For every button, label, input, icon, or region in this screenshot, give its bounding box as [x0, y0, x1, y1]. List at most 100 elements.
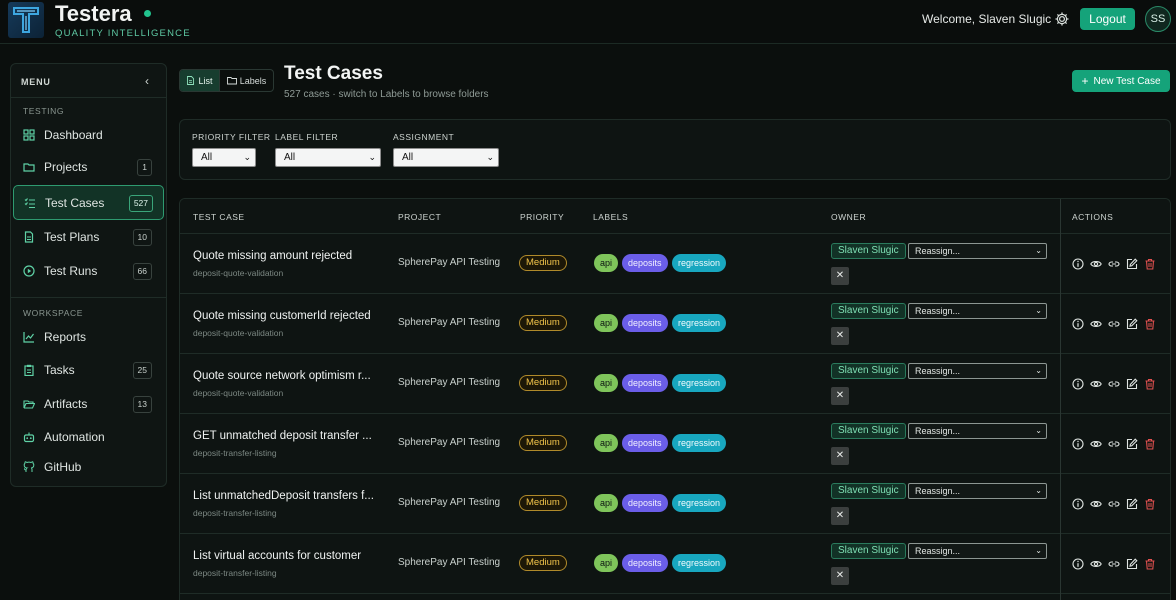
reassign-select[interactable]: Reassign... ⌄	[908, 243, 1047, 259]
assignment-filter-label: ASSIGNMENT	[393, 132, 455, 142]
column-header-labels[interactable]: LABELS	[593, 212, 628, 222]
trash-icon[interactable]	[1144, 558, 1156, 570]
link-icon[interactable]	[1108, 258, 1120, 270]
test-case-title[interactable]: Quote missing customerId rejected	[193, 310, 371, 322]
new-test-case-button[interactable]: + New Test Case	[1072, 70, 1170, 92]
trash-icon[interactable]	[1144, 318, 1156, 330]
label-tag[interactable]: deposits	[622, 434, 668, 452]
sidebar-item-github[interactable]: GitHub	[13, 452, 164, 482]
list-view-button[interactable]: List	[180, 70, 220, 91]
collapse-sidebar-button[interactable]: ‹	[145, 74, 149, 88]
edit-icon[interactable]	[1126, 258, 1138, 270]
view-icon[interactable]	[1090, 258, 1102, 270]
link-icon[interactable]	[1108, 378, 1120, 390]
trash-icon[interactable]	[1144, 498, 1156, 510]
edit-icon[interactable]	[1126, 558, 1138, 570]
trash-icon[interactable]	[1144, 258, 1156, 270]
view-icon[interactable]	[1090, 498, 1102, 510]
link-icon[interactable]	[1108, 558, 1120, 570]
view-icon[interactable]	[1090, 558, 1102, 570]
sidebar-item-projects[interactable]: Projects 1	[13, 152, 164, 182]
unassign-button[interactable]: ✕	[831, 507, 849, 525]
sidebar-item-dashboard[interactable]: Dashboard	[13, 120, 164, 150]
unassign-button[interactable]: ✕	[831, 447, 849, 465]
edit-icon[interactable]	[1126, 378, 1138, 390]
edit-icon[interactable]	[1126, 318, 1138, 330]
table-row[interactable]: Quote missing customerId rejected deposi…	[180, 294, 1170, 354]
column-header-test-case[interactable]: TEST CASE	[193, 212, 245, 222]
unassign-button[interactable]: ✕	[831, 267, 849, 285]
link-icon[interactable]	[1108, 318, 1120, 330]
gear-icon[interactable]	[1054, 11, 1070, 27]
label-tag[interactable]: deposits	[622, 314, 668, 332]
trash-icon[interactable]	[1144, 438, 1156, 450]
test-case-title[interactable]: Quote source network optimism r...	[193, 370, 371, 382]
unassign-button[interactable]: ✕	[831, 327, 849, 345]
sidebar-item-test-plans[interactable]: Test Plans 10	[13, 222, 164, 252]
label-tag[interactable]: regression	[672, 434, 727, 452]
sidebar-item-reports[interactable]: Reports	[13, 322, 164, 352]
label-tag[interactable]: api	[594, 254, 619, 272]
info-icon[interactable]	[1072, 258, 1084, 270]
test-case-title[interactable]: List unmatchedDeposit transfers f...	[193, 490, 374, 502]
table-row[interactable]: List unmatchedDeposit transfers f... dep…	[180, 474, 1170, 534]
reassign-select[interactable]: Reassign... ⌄	[908, 543, 1047, 559]
table-row[interactable]: Quote source network optimism r... depos…	[180, 354, 1170, 414]
info-icon[interactable]	[1072, 378, 1084, 390]
info-icon[interactable]	[1072, 438, 1084, 450]
reassign-select[interactable]: Reassign... ⌄	[908, 303, 1047, 319]
view-icon[interactable]	[1090, 378, 1102, 390]
label-tag[interactable]: api	[594, 434, 619, 452]
link-icon[interactable]	[1108, 498, 1120, 510]
test-case-title[interactable]: List virtual accounts for customer	[193, 550, 361, 562]
label-tag[interactable]: deposits	[622, 374, 668, 392]
column-header-owner[interactable]: OWNER	[831, 212, 866, 222]
info-icon[interactable]	[1072, 318, 1084, 330]
table-row[interactable]: GET unmatched deposit transfer ... depos…	[180, 414, 1170, 474]
label-tag[interactable]: api	[594, 314, 619, 332]
unassign-button[interactable]: ✕	[831, 387, 849, 405]
sidebar-item-automation[interactable]: Automation	[13, 422, 164, 452]
test-case-title[interactable]: Quote missing amount rejected	[193, 250, 352, 262]
assignment-filter-select[interactable]: All ⌄	[393, 148, 499, 167]
avatar[interactable]: SS	[1145, 6, 1171, 32]
info-icon[interactable]	[1072, 498, 1084, 510]
label-tag[interactable]: regression	[672, 374, 727, 392]
info-icon[interactable]	[1072, 558, 1084, 570]
sidebar-item-test-runs[interactable]: Test Runs 66	[13, 256, 164, 286]
label-tag[interactable]: regression	[672, 554, 727, 572]
label-tag[interactable]: api	[594, 554, 619, 572]
testera-logo[interactable]	[8, 2, 44, 38]
label-tag[interactable]: deposits	[622, 254, 668, 272]
label-tag[interactable]: deposits	[622, 494, 668, 512]
label-tag[interactable]: regression	[672, 254, 727, 272]
logout-button[interactable]: Logout	[1080, 8, 1135, 30]
label-filter-select[interactable]: All ⌄	[275, 148, 381, 167]
table-row[interactable]: List virtual accounts for customer depos…	[180, 534, 1170, 594]
edit-icon[interactable]	[1126, 438, 1138, 450]
sidebar-item-label: Test Runs	[44, 264, 98, 278]
trash-icon[interactable]	[1144, 378, 1156, 390]
priority-filter-select[interactable]: All ⌄	[192, 148, 256, 167]
sidebar-item-artifacts[interactable]: Artifacts 13	[13, 389, 164, 419]
label-tag[interactable]: regression	[672, 494, 727, 512]
reassign-select[interactable]: Reassign... ⌄	[908, 483, 1047, 499]
column-header-priority[interactable]: PRIORITY	[520, 212, 564, 222]
view-icon[interactable]	[1090, 438, 1102, 450]
reassign-select[interactable]: Reassign... ⌄	[908, 423, 1047, 439]
sidebar-item-tasks[interactable]: Tasks 25	[13, 355, 164, 385]
test-case-title[interactable]: GET unmatched deposit transfer ...	[193, 430, 372, 442]
unassign-button[interactable]: ✕	[831, 567, 849, 585]
reassign-select[interactable]: Reassign... ⌄	[908, 363, 1047, 379]
label-tag[interactable]: api	[594, 494, 619, 512]
link-icon[interactable]	[1108, 438, 1120, 450]
label-tag[interactable]: api	[594, 374, 619, 392]
label-tag[interactable]: deposits	[622, 554, 668, 572]
sidebar-item-test-cases[interactable]: Test Cases 527	[13, 185, 164, 220]
edit-icon[interactable]	[1126, 498, 1138, 510]
column-header-project[interactable]: PROJECT	[398, 212, 441, 222]
label-tag[interactable]: regression	[672, 314, 727, 332]
table-row[interactable]: Quote missing amount rejected deposit-qu…	[180, 234, 1170, 294]
labels-view-button[interactable]: Labels	[220, 70, 273, 91]
view-icon[interactable]	[1090, 318, 1102, 330]
